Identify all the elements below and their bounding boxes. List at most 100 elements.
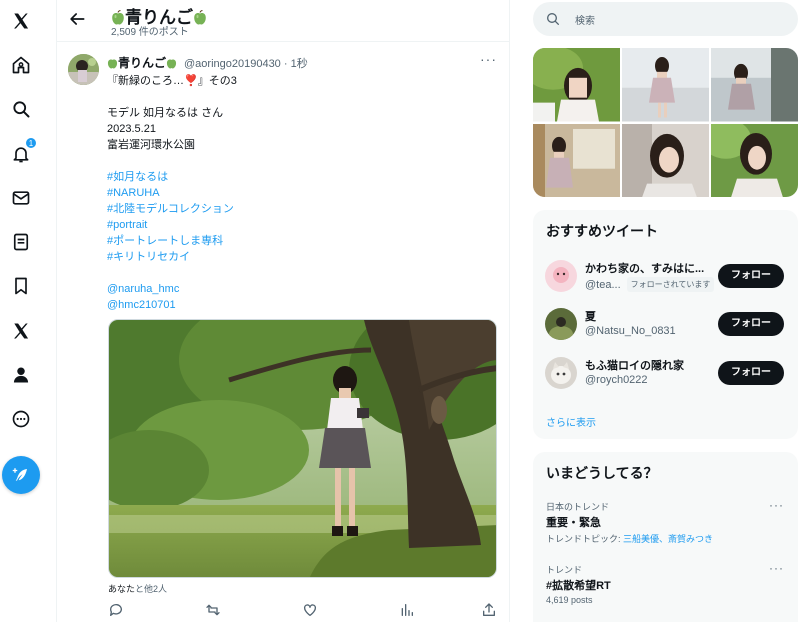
tweet-line: 富岩運河環水公園 <box>107 139 195 151</box>
media-thumbnail[interactable] <box>622 123 709 197</box>
back-arrow-icon[interactable] <box>67 9 87 29</box>
liked-by[interactable]: あなたと他2人 <box>108 582 167 595</box>
recommended-card: おすすめツイート かわち家の、すみはに... @tea... フォローされています… <box>533 210 798 439</box>
trend-context: 日本のトレンド <box>546 502 610 512</box>
bookmarks-icon[interactable] <box>9 274 33 298</box>
recommended-title: おすすめツイート <box>546 223 658 239</box>
recommended-name[interactable]: もふ猫ロイの隠れ家 <box>585 357 684 373</box>
recommended-user[interactable]: もふ猫ロイの隠れ家 @roych0222 フォロー <box>533 351 798 395</box>
messages-envelope-icon[interactable] <box>9 186 33 210</box>
tweet-actions <box>108 602 497 620</box>
follows-you-badge: フォローされています <box>626 277 715 292</box>
tweet-line: モデル 如月なるは さん <box>107 107 224 119</box>
post-count: 2,509 件のポスト <box>111 27 189 38</box>
repost-icon[interactable] <box>205 602 221 618</box>
hashtag-link[interactable]: #NARUHA <box>107 185 497 201</box>
tweet-author-name-text: 青りんご <box>118 56 167 70</box>
x-logo-icon[interactable] <box>9 9 33 33</box>
media-thumbnail[interactable] <box>711 123 798 197</box>
side-nav: 1 <box>0 0 42 622</box>
green-apple-icon <box>107 59 118 69</box>
profile-header: 青りんご 2,509 件のポスト <box>57 0 509 42</box>
feather-plus-icon <box>12 468 27 481</box>
follow-button[interactable]: フォロー <box>718 361 784 385</box>
hashtag-link[interactable]: #キリトリセカイ <box>107 249 497 265</box>
tweet-line-tail: 』その3 <box>197 75 237 87</box>
trend-context: トレンド <box>546 565 583 575</box>
tweet-handle-time[interactable]: @aoringo20190430 · 1秒 <box>184 55 308 71</box>
trend-more-icon[interactable]: ··· <box>769 561 784 575</box>
tweet-line: 2023.5.21 <box>107 123 156 135</box>
media-thumbnail[interactable] <box>622 48 709 122</box>
trend-topic: トレンドトピック: 三船美優、斎賀みつき <box>546 532 713 545</box>
liked-by-you: あなた <box>108 584 136 594</box>
profile-person-icon[interactable] <box>9 363 33 387</box>
trend-name: #拡散希望RT <box>546 580 611 592</box>
main-column: 青りんご 2,509 件のポスト 青りんご @aoringo20190430 ·… <box>56 0 510 622</box>
show-more-link[interactable]: さらに表示 <box>546 414 596 429</box>
tweet-photo[interactable] <box>108 319 497 578</box>
follow-button[interactable]: フォロー <box>718 264 784 288</box>
notifications-bell-icon[interactable]: 1 <box>9 137 37 166</box>
trend-item[interactable]: トレンド #拡散希望RT 4,619 posts ··· <box>533 561 798 613</box>
compose-post-button[interactable] <box>2 456 40 494</box>
reply-icon[interactable] <box>108 602 124 618</box>
green-apple-icon <box>194 10 206 25</box>
trends-title: いまどうしてる？ <box>546 465 658 481</box>
follow-button[interactable]: フォロー <box>718 312 784 336</box>
mention-link[interactable]: @hmc210701 <box>107 297 497 313</box>
media-thumbnail[interactable] <box>711 48 798 122</box>
tweet-more-icon[interactable]: ··· <box>480 51 497 67</box>
liked-by-rest: と他2人 <box>135 584 168 594</box>
like-heart-icon[interactable] <box>302 602 318 618</box>
trend-topic-prefix: トレンドトピック: <box>546 534 624 544</box>
heart-emoji: ❣️ <box>184 75 198 87</box>
avatar[interactable] <box>545 260 577 292</box>
lists-icon[interactable] <box>9 230 33 254</box>
recommended-handle: @tea... フォローされています <box>585 277 715 292</box>
media-thumbnail[interactable] <box>533 123 620 197</box>
trend-item[interactable]: 日本のトレンド 重要・緊急 トレンドトピック: 三船美優、斎賀みつき ··· <box>533 498 798 550</box>
avatar[interactable] <box>545 308 577 340</box>
home-icon[interactable] <box>9 53 33 77</box>
trends-card: いまどうしてる？ 日本のトレンド 重要・緊急 トレンドトピック: 三船美優、斎賀… <box>533 452 798 622</box>
tweet-text: 『新緑のころ…❣️』その3 モデル 如月なるは さん 2023.5.21 富岩運… <box>107 73 497 313</box>
search-input[interactable]: 検索 <box>575 12 595 27</box>
profile-media-grid <box>533 48 798 197</box>
avatar[interactable] <box>545 357 577 389</box>
trend-post-count: 4,619 posts <box>546 595 593 605</box>
explore-search-icon[interactable] <box>9 97 33 121</box>
trend-name: 重要・緊急 <box>546 517 601 529</box>
recommended-user[interactable]: 夏 @Natsu_No_0831 フォロー <box>533 302 798 346</box>
recommended-name[interactable]: かわち家の、すみはに... <box>585 260 704 276</box>
media-thumbnail[interactable] <box>533 48 620 122</box>
tweet-author-avatar[interactable] <box>68 54 99 85</box>
views-chart-icon[interactable] <box>399 602 415 618</box>
search-box[interactable]: 検索 <box>533 2 798 36</box>
hashtag-link[interactable]: #portrait <box>107 217 497 233</box>
recommended-handle-text: @tea... <box>585 279 621 291</box>
green-apple-icon <box>166 59 177 69</box>
recommended-handle: @Natsu_No_0831 <box>585 325 676 337</box>
share-icon[interactable] <box>481 602 497 618</box>
recommended-handle: @roych0222 <box>585 374 648 386</box>
premium-x-icon[interactable] <box>9 319 33 343</box>
more-circle-icon[interactable] <box>9 407 33 431</box>
trend-topic-links[interactable]: 三船美優、斎賀みつき <box>623 534 713 544</box>
trend-more-icon[interactable]: ··· <box>769 498 784 512</box>
hashtag-link[interactable]: #ポートレートしま専科 <box>107 233 497 249</box>
tweet-line-text: 『新緑のころ… <box>107 75 184 87</box>
tweet-line: 『新緑のころ…❣️』その3 <box>107 73 497 89</box>
recommended-user[interactable]: かわち家の、すみはに... @tea... フォローされています フォロー <box>533 254 798 298</box>
mention-link[interactable]: @naruha_hmc <box>107 281 497 297</box>
recommended-name[interactable]: 夏 <box>585 308 596 324</box>
hashtag-link[interactable]: #北陸モデルコレクション <box>107 201 497 217</box>
right-sidebar: 検索 おすすめツイート かわち家の、すみはに... @tea... フォローされて… <box>533 0 800 622</box>
notification-badge: 1 <box>25 137 37 149</box>
hashtag-link[interactable]: #如月なるは <box>107 169 497 185</box>
search-icon <box>547 13 559 25</box>
tweet-author-name[interactable]: 青りんご <box>107 54 177 71</box>
